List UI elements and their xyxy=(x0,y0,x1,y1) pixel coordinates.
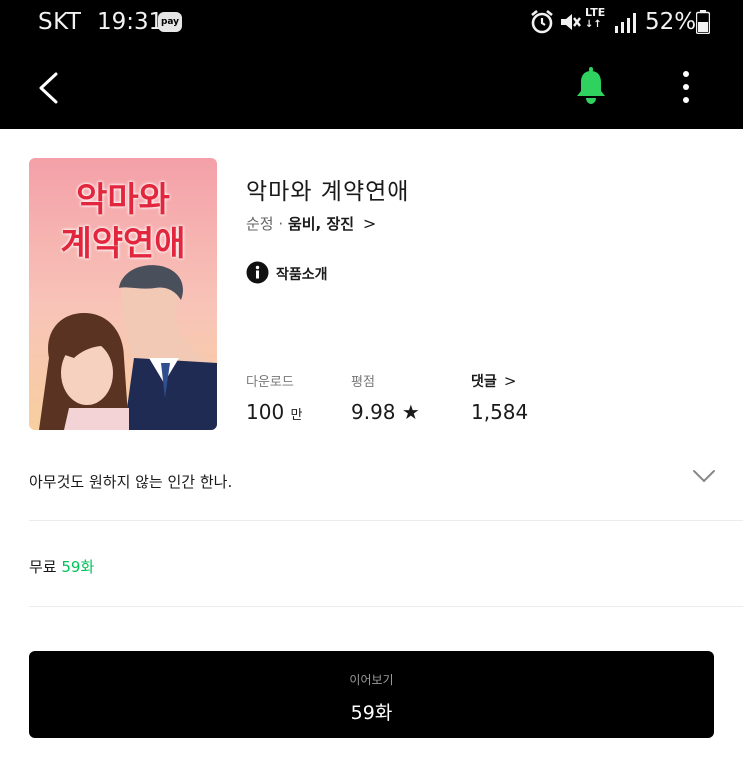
info-icon xyxy=(246,261,269,284)
work-title: 악마와 계약연애 xyxy=(246,179,410,205)
continue-reading-button[interactable]: 이어보기 59화 xyxy=(29,651,714,738)
continue-episode: 59화 xyxy=(350,702,393,724)
bell-icon[interactable] xyxy=(574,67,608,105)
status-bar: SKT 19:31 pay LTE ↓↑ 52% xyxy=(0,0,743,48)
clock-time: 19:31 xyxy=(97,9,164,35)
rating-value: 9.98 ★ xyxy=(351,400,420,424)
cover-title: 악마와 계약연애 xyxy=(60,180,186,264)
signal-icon xyxy=(615,13,636,33)
battery-icon xyxy=(696,10,710,34)
data-arrows-icon: ↓↑ xyxy=(585,19,602,30)
comments-link[interactable]: 댓글 > xyxy=(471,371,516,391)
authors-link[interactable]: 움비, 장진 xyxy=(288,215,354,233)
pay-badge: pay xyxy=(158,12,182,32)
cover-image[interactable]: 악마와 계약연애 xyxy=(29,158,217,430)
alarm-icon xyxy=(531,9,553,34)
intro-label: 작품소개 xyxy=(276,267,328,283)
synopsis-text: 아무것도 원하지 않는 인간 한나. xyxy=(29,473,233,491)
free-label: 무료 xyxy=(29,558,57,576)
carrier-label: SKT xyxy=(38,9,82,35)
downloads-label: 다운로드 xyxy=(246,375,294,390)
meta-separator: · xyxy=(278,215,284,233)
app-bar xyxy=(0,48,743,129)
rating-label: 평점 xyxy=(351,375,375,390)
more-vertical-icon[interactable] xyxy=(676,69,696,105)
battery-percent: 52% xyxy=(645,9,697,35)
downloads-value: 100 만 xyxy=(246,400,303,424)
free-episodes: 무료 59화 xyxy=(29,556,94,577)
chevron-right-icon: > xyxy=(362,214,377,233)
downloads-unit: 만 xyxy=(290,408,303,423)
genre-label: 순정 xyxy=(246,215,274,233)
divider xyxy=(29,606,743,607)
comments-value: 1,584 xyxy=(471,400,529,424)
continue-label: 이어보기 xyxy=(349,673,394,687)
comments-label: 댓글 xyxy=(471,374,497,390)
work-meta[interactable]: 순정 · 움비, 장진 > xyxy=(246,213,376,234)
back-icon[interactable] xyxy=(36,71,60,105)
chevron-down-icon[interactable] xyxy=(692,468,716,484)
divider xyxy=(29,520,743,521)
star-icon: ★ xyxy=(401,400,420,424)
free-count: 59화 xyxy=(61,558,95,576)
network-type-label: LTE ↓↑ xyxy=(585,6,606,30)
mute-icon xyxy=(561,14,581,30)
chevron-right-icon: > xyxy=(503,372,517,390)
